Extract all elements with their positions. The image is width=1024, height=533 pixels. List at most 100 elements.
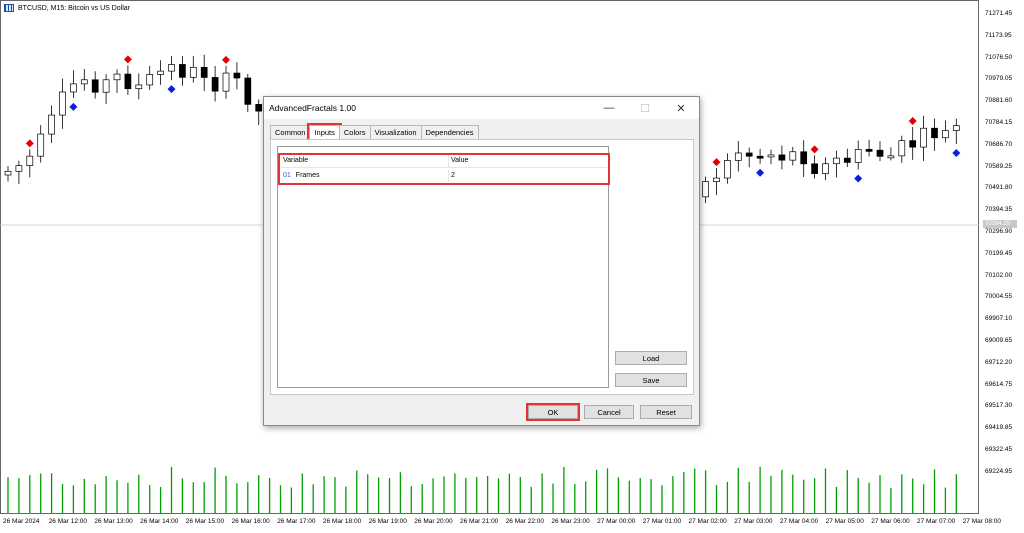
- time-tick-label: 26 Mar 21:00: [460, 518, 499, 525]
- fractal-down-marker: [69, 102, 78, 111]
- time-tick-label: 27 Mar 06:00: [871, 518, 910, 525]
- candle-body: [702, 181, 709, 198]
- column-variable[interactable]: Variable: [281, 155, 449, 167]
- price-tick-label: 69419.85: [985, 424, 1013, 432]
- price-tick-label: 69712.20: [985, 358, 1013, 366]
- time-tick-label: 26 Mar 20:00: [414, 518, 453, 525]
- candle-body: [713, 177, 720, 182]
- fractal-down-marker: [167, 85, 176, 94]
- tab-dependencies[interactable]: Dependencies: [420, 125, 479, 139]
- inputs-panel: Variable Value 01 Frames 2 Load Save: [270, 139, 694, 395]
- chart-window-icon: [4, 4, 14, 12]
- price-tick-label: 71173.95: [985, 31, 1012, 39]
- candle-body: [778, 154, 786, 161]
- price-tick-label: 69322.45: [985, 446, 1013, 453]
- price-tick-label: 70979.05: [985, 75, 1013, 83]
- reset-button[interactable]: Reset: [640, 405, 692, 419]
- time-tick-label: 26 Mar 22:00: [505, 518, 544, 525]
- candle-body: [4, 170, 12, 176]
- candle-body: [179, 64, 186, 78]
- indicator-properties-dialog[interactable]: AdvancedFractals 1.00 — ☐ ✕ Common Input…: [263, 96, 700, 426]
- candle-body: [113, 73, 121, 81]
- candle-body: [211, 77, 219, 92]
- candle-body: [37, 133, 45, 157]
- minimize-icon[interactable]: —: [591, 97, 627, 119]
- time-tick-label: 27 Mar 03:00: [734, 518, 773, 525]
- price-tick-label: 70881.60: [985, 97, 1013, 105]
- candle-body: [200, 66, 208, 78]
- price-tick-label: 70102.00: [985, 271, 1013, 279]
- candle-body: [244, 77, 252, 105]
- candle-body: [15, 165, 23, 172]
- close-icon[interactable]: ✕: [663, 97, 699, 119]
- tab-colors[interactable]: Colors: [338, 125, 371, 139]
- save-button[interactable]: Save: [615, 373, 687, 387]
- price-tick-label: 69224.95: [985, 467, 1013, 475]
- candle-body: [800, 151, 808, 165]
- candle-body: [146, 74, 154, 86]
- candle-body: [767, 154, 775, 158]
- time-tick-label: 26 Mar 13:00: [94, 518, 133, 525]
- price-tick-label: 70199.45: [985, 249, 1013, 257]
- fractal-up-marker: [123, 55, 132, 64]
- candle-body: [756, 155, 764, 159]
- time-tick-label: 26 Mar 19:00: [368, 518, 407, 525]
- dialog-title: AdvancedFractals 1.00: [269, 103, 356, 113]
- price-tick-label: 70491.80: [985, 184, 1013, 192]
- chart-symbol-title: BTCUSD, M15: Bitcoin vs US Dollar: [18, 4, 131, 12]
- maximize-icon[interactable]: ☐: [627, 97, 663, 119]
- candle-body: [124, 73, 132, 90]
- cancel-button[interactable]: Cancel: [584, 405, 634, 419]
- variable-cell[interactable]: 01 Frames: [281, 170, 449, 182]
- price-tick-label: 70296.90: [985, 228, 1013, 235]
- candle-body: [931, 127, 938, 139]
- time-tick-label: 27 Mar 01:00: [642, 518, 682, 525]
- time-tick-label: 27 Mar 02:00: [688, 518, 727, 525]
- load-button[interactable]: Load: [615, 351, 687, 365]
- candle-body: [80, 79, 88, 85]
- fractal-up-marker: [810, 145, 819, 154]
- candle-body: [135, 84, 143, 90]
- tab-common[interactable]: Common: [270, 125, 311, 139]
- price-tick-label: 70686.70: [985, 140, 1013, 148]
- candle-body: [70, 83, 77, 93]
- value-cell[interactable]: 2: [449, 170, 455, 182]
- fractal-up-marker: [25, 139, 34, 148]
- price-tick-label: 70784.15: [985, 119, 1013, 126]
- fractal-down-marker: [952, 149, 961, 158]
- price-tick-label: 69009.65: [985, 337, 1013, 344]
- candle-body: [255, 104, 263, 112]
- time-tick-label: 27 Mar 05:00: [825, 518, 864, 525]
- fractal-down-marker: [854, 174, 863, 183]
- price-tick-label: 71076.50: [985, 53, 1013, 61]
- column-value[interactable]: Value: [449, 155, 468, 167]
- candle-body: [887, 155, 895, 159]
- candle-body: [822, 163, 829, 174]
- candle-body: [865, 149, 873, 152]
- dialog-tabs: Common Inputs Colors Visualization Depen…: [270, 123, 479, 141]
- table-row[interactable]: 01 Frames 2: [281, 170, 607, 182]
- candle-body: [233, 72, 241, 79]
- candle-body: [157, 70, 164, 75]
- candle-body: [91, 79, 99, 93]
- candle-body: [168, 64, 175, 72]
- candle-body: [811, 163, 818, 174]
- candle-body: [745, 152, 753, 157]
- time-tick-label: 26 Mar 2024: [3, 518, 40, 525]
- candle-body: [909, 140, 917, 148]
- ok-button[interactable]: OK: [526, 403, 580, 421]
- variable-name: Frames: [295, 172, 320, 179]
- price-tick-label: 69614.75: [985, 380, 1013, 388]
- price-tick-label: 70004.55: [985, 293, 1013, 301]
- price-tick-label: 69517.30: [985, 402, 1013, 410]
- candle-body: [59, 91, 66, 116]
- tab-inputs[interactable]: Inputs: [307, 123, 342, 141]
- inputs-table[interactable]: Variable Value 01 Frames 2: [277, 146, 610, 388]
- candle-body: [734, 152, 742, 161]
- tab-visualization[interactable]: Visualization: [369, 125, 422, 139]
- candle-body: [48, 114, 55, 135]
- dialog-titlebar[interactable]: AdvancedFractals 1.00 — ☐ ✕: [264, 97, 699, 119]
- candle-body: [833, 157, 840, 165]
- candle-body: [942, 130, 949, 139]
- candle-body: [898, 140, 906, 157]
